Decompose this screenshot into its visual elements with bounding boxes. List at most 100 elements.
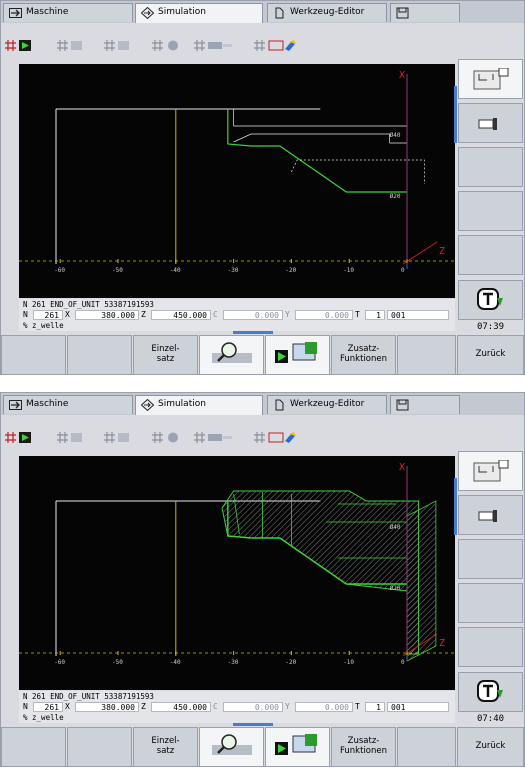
scrollbar[interactable] [454,86,457,143]
tab-save[interactable] [390,395,460,414]
tool-holder-button[interactable] [458,103,523,143]
tab-save[interactable] [390,3,460,22]
tab-simulation[interactable]: Simulation [135,395,263,415]
nc-n-field: 261 [33,310,63,320]
spindle-view-button[interactable] [458,451,523,491]
tab-simulation[interactable]: Simulation [135,3,263,23]
start-button[interactable] [265,727,330,766]
nc-y-field: 0.000 [295,310,353,320]
tab-label: Simulation [158,7,206,17]
nc-y-label: Y [285,702,290,711]
magnifier-icon [211,733,252,761]
status-area: N 261 END_OF_UNIT 53387191593 N 261 X 380.00… [19,691,455,723]
path-view-icon[interactable] [56,431,84,444]
scrollbar[interactable] [454,478,457,535]
spindle-view-icon [473,67,509,95]
side-softkey[interactable] [458,235,523,275]
diamond-arrow-icon [140,6,155,20]
side-softkey[interactable] [458,627,523,667]
3d-view-icon[interactable] [151,431,181,444]
tool-view-icon[interactable] [193,39,233,52]
status-line: N 261 END_OF_UNIT 53387191593 [23,300,154,309]
tab-werkzeug-editor[interactable]: Werkzeug-Editor [267,395,387,414]
nc-x-field: 380.000 [75,702,139,712]
softkey-empty-3[interactable] [397,335,456,374]
tool-table-button[interactable] [458,280,523,320]
status-line: N 261 END_OF_UNIT 53387191593 [23,692,154,701]
softkey-page-indicator [233,723,273,726]
back-button[interactable]: Zurück [457,727,524,766]
side-softkey[interactable] [458,539,523,579]
zoom-view-icon[interactable] [253,39,297,52]
tab-bar: Maschine Simulation Werkzeug-Editor [1,393,524,415]
simulation-graphic[interactable]: X Z -60 -50 -40 -30 -20 -10 0 Ø40 Ø20 [19,64,455,298]
simulation-toolbar [1,427,456,449]
zoom-view-icon[interactable] [253,431,297,444]
back-label: Zurück [475,349,506,360]
z-tick-label: -20 [285,659,296,666]
diameter-label-40: Ø40 [390,524,401,531]
tab-label: Werkzeug-Editor [290,7,365,17]
softkey-empty-3[interactable] [397,727,456,766]
nc-t-label: T [355,702,360,711]
nc-z-label: Z [141,310,146,319]
z-tick-label: -60 [54,659,65,666]
nc-t-field: 1 [365,310,385,320]
x-axis-label: X [399,462,405,473]
contour-view-icon[interactable] [4,431,38,444]
program-name: % z_welle [23,321,64,330]
single-block-label: Einzel- satz [151,736,180,756]
additional-functions-button[interactable]: Zusatz- Funktionen [331,335,396,374]
cutting-view-icon[interactable] [103,39,131,52]
3d-view-icon[interactable] [151,39,181,52]
nc-x-field: 380.000 [75,310,139,320]
horizontal-softkeys: Einzel- satz Zusatz- Funktionen Zurück [1,335,524,374]
softkey-empty-1[interactable] [1,335,66,374]
side-softkey[interactable] [458,147,523,187]
start-button[interactable] [265,335,330,374]
path-view-icon[interactable] [56,39,84,52]
single-block-button[interactable]: Einzel- satz [133,727,198,766]
tab-werkzeug-editor[interactable]: Werkzeug-Editor [267,3,387,22]
z-tick-label: -60 [54,267,65,274]
diameter-label-20: Ø20 [390,193,401,200]
tool-view-icon[interactable] [193,431,233,444]
tab-maschine[interactable]: Maschine [3,395,133,414]
softkey-empty-1[interactable] [1,727,66,766]
side-softkey[interactable] [458,583,523,623]
nc-t-field: 1 [365,702,385,712]
x-axis-label: X [399,70,405,81]
tool-t-icon [477,288,507,317]
tab-maschine[interactable]: Maschine [3,3,133,22]
tool-editor-icon [273,399,286,411]
softkey-empty-2[interactable] [67,727,132,766]
z-tick-label: -30 [228,659,239,666]
arrow-right-icon [9,399,22,411]
tab-label: Werkzeug-Editor [290,399,365,409]
vertical-softkeys: 07:40 [457,448,524,766]
tab-label: Maschine [26,7,69,17]
side-softkey[interactable] [458,191,523,231]
contour-view-icon[interactable] [4,39,38,52]
nc-n-label: N [23,702,28,711]
diameter-label-40: Ø40 [390,132,401,139]
spindle-view-button[interactable] [458,59,523,99]
tool-table-button[interactable] [458,672,523,712]
diameter-label-20: Ø20 [390,585,401,592]
z-tick-label: -40 [170,659,181,666]
tool-holder-button[interactable] [458,495,523,535]
cycle-start-icon [273,732,323,762]
cutting-view-icon[interactable] [103,431,131,444]
zoom-button[interactable] [199,335,264,374]
magnifier-icon [211,341,252,369]
single-block-button[interactable]: Einzel- satz [133,335,198,374]
additional-functions-button[interactable]: Zusatz- Funktionen [331,727,396,766]
nc-tool-name: 001 [387,702,449,712]
zoom-button[interactable] [199,727,264,766]
save-icon [396,7,409,19]
nc-z-label: Z [141,702,146,711]
softkey-empty-2[interactable] [67,335,132,374]
simulation-panel-start: Maschine Simulation Werkzeug-Editor X Z -60 -5… [0,0,525,375]
simulation-graphic[interactable]: X Z -60 -50 -40 -30 -20 -10 0 Ø40 Ø20 [19,456,455,690]
back-button[interactable]: Zurück [457,335,524,374]
